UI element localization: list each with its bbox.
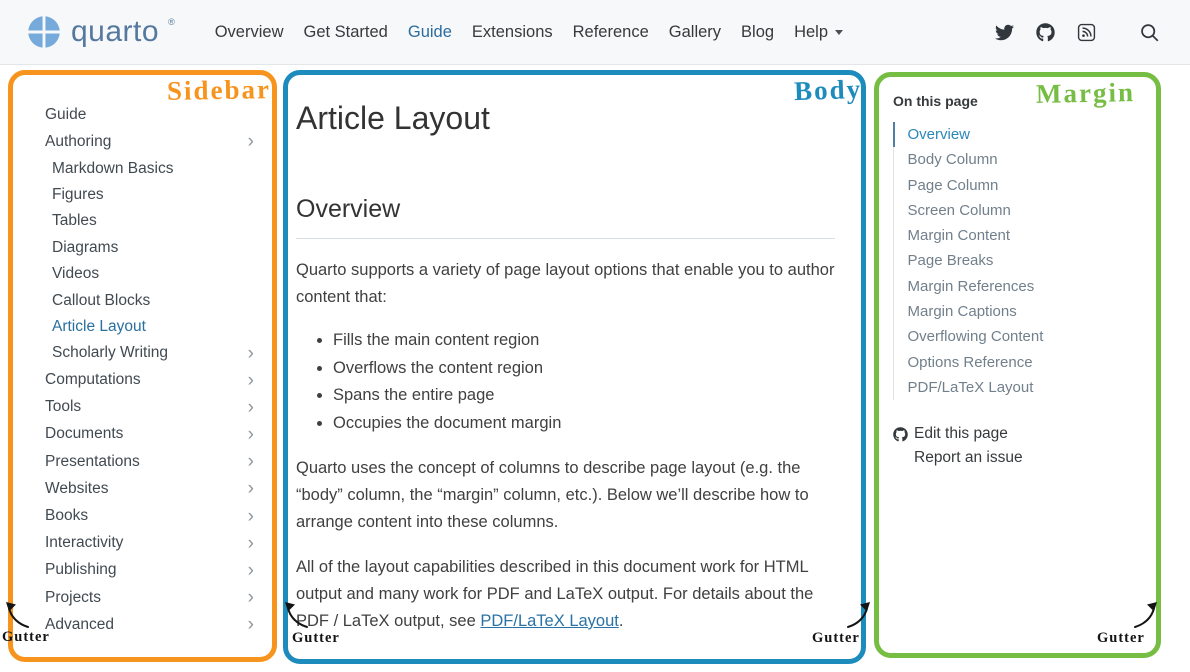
article-content: Article Layout Overview Quarto supports … (288, 75, 861, 635)
chevron-right-icon[interactable]: › (248, 615, 256, 634)
section-heading-overview: Overview (296, 195, 835, 239)
sidebar-item[interactable]: Tools › (45, 394, 256, 421)
sidebar-nav: Guide Authoring › Markdown Basics Figure… (13, 75, 272, 638)
navbar-item[interactable]: Gallery (659, 15, 731, 50)
edit-this-page-link[interactable]: Edit this page (893, 422, 1144, 446)
sidebar-item[interactable]: Publishing › (45, 557, 256, 584)
sidebar-item[interactable]: Tables (45, 208, 256, 234)
toc-links: Edit this page Report an issue (893, 422, 1144, 470)
toc-item[interactable]: Margin References (893, 274, 1145, 299)
list-item: Occupies the document margin (333, 410, 835, 438)
chevron-right-icon[interactable]: › (248, 425, 256, 444)
chevron-right-icon[interactable]: › (248, 561, 256, 580)
sidebar-item[interactable]: Article Layout (45, 314, 256, 340)
brand-name: quarto (71, 14, 159, 50)
toc-item[interactable]: Margin Content (893, 223, 1145, 248)
paragraph: All of the layout capabilities described… (296, 554, 835, 635)
sidebar-item[interactable]: Documents › (45, 421, 256, 448)
toc-list: Overview Body Column Page Column Screen … (893, 122, 1144, 400)
sidebar-item[interactable]: Scholarly Writing › (45, 340, 256, 366)
chevron-right-icon[interactable]: › (248, 398, 256, 417)
sidebar-item[interactable]: Markdown Basics (45, 155, 256, 181)
sidebar-item[interactable]: Callout Blocks (45, 287, 256, 313)
paragraph: Quarto supports a variety of page layout… (296, 257, 835, 311)
search-icon[interactable] (1134, 17, 1164, 47)
paragraph: Quarto uses the concept of columns to de… (296, 455, 835, 536)
chevron-right-icon[interactable]: › (248, 534, 256, 553)
navbar-item[interactable]: Help (784, 15, 853, 50)
toc-item[interactable]: Overflowing Content (893, 324, 1145, 349)
layout-options-list: Fills the main content regionOverflows t… (296, 327, 835, 437)
toc-item[interactable]: PDF/LaTeX Layout (893, 375, 1145, 400)
navbar-item[interactable]: Get Started (293, 15, 397, 50)
report-an-issue-link[interactable]: Report an issue (893, 446, 1144, 470)
sidebar-item[interactable]: Projects › (45, 584, 256, 611)
navbar-icons (989, 17, 1164, 47)
chevron-right-icon[interactable]: › (248, 479, 256, 498)
github-icon (893, 427, 908, 442)
list-item: Fills the main content region (333, 327, 835, 355)
toc-item[interactable]: Overview (893, 122, 1145, 147)
sidebar-item[interactable]: Interactivity › (45, 530, 256, 557)
chevron-right-icon[interactable]: › (248, 452, 256, 471)
registered-mark: ® (168, 17, 175, 27)
toc-item[interactable]: Screen Column (893, 198, 1145, 223)
list-item: Overflows the content region (333, 355, 835, 383)
top-navbar: quarto ® Overview Get Started Guide (0, 0, 1190, 65)
sidebar-item[interactable]: Advanced › (45, 611, 256, 638)
table-of-contents: On this page Overview Body Column Page C… (879, 77, 1156, 470)
github-icon[interactable] (1030, 17, 1060, 47)
sidebar-item[interactable]: Websites › (45, 475, 256, 502)
sidebar-item[interactable]: Computations › (45, 367, 256, 394)
quarto-docs-page: quarto ® Overview Get Started Guide (0, 0, 1190, 672)
navbar-item[interactable]: Blog (731, 15, 784, 50)
navbar-item[interactable]: Guide (398, 15, 462, 50)
toc-item[interactable]: Body Column (893, 147, 1145, 172)
quarto-logo[interactable]: quarto ® (26, 14, 175, 50)
chevron-right-icon[interactable]: › (248, 371, 256, 390)
toc-item[interactable]: Margin Captions (893, 299, 1145, 324)
sidebar-item[interactable]: Presentations › (45, 448, 256, 475)
navbar-item[interactable]: Reference (563, 15, 659, 50)
chevron-right-icon[interactable]: › (248, 132, 256, 151)
sidebar-item[interactable]: Books › (45, 502, 256, 529)
sidebar-item[interactable]: Videos (45, 261, 256, 287)
sidebar-item[interactable]: Guide (45, 101, 256, 128)
rss-icon[interactable] (1071, 17, 1101, 47)
navbar-item[interactable]: Extensions (462, 15, 563, 50)
chevron-right-icon[interactable]: › (248, 507, 256, 526)
toc-heading: On this page (893, 93, 1144, 109)
twitter-icon[interactable] (989, 17, 1019, 47)
sidebar-item[interactable]: Figures (45, 182, 256, 208)
toc-item[interactable]: Page Column (893, 173, 1145, 198)
toc-item[interactable]: Page Breaks (893, 248, 1145, 273)
toc-item[interactable]: Options Reference (893, 350, 1145, 375)
quarto-logo-icon (26, 14, 62, 50)
body-region: Article Layout Overview Quarto supports … (283, 70, 866, 664)
margin-region: On this page Overview Body Column Page C… (874, 72, 1161, 658)
navbar-menu: Overview Get Started Guide Extensions (205, 15, 853, 50)
pdf-latex-layout-link[interactable]: PDF/LaTeX Layout (480, 612, 619, 630)
chevron-right-icon[interactable]: › (248, 344, 256, 363)
chevron-down-icon (835, 30, 843, 35)
sidebar-item[interactable]: Diagrams (45, 235, 256, 261)
sidebar-item[interactable]: Authoring › (45, 128, 256, 155)
sidebar-region: Guide Authoring › Markdown Basics Figure… (8, 70, 277, 662)
chevron-right-icon[interactable]: › (248, 588, 256, 607)
list-item: Spans the entire page (333, 382, 835, 410)
page-title: Article Layout (296, 97, 835, 139)
navbar-item[interactable]: Overview (205, 15, 294, 50)
